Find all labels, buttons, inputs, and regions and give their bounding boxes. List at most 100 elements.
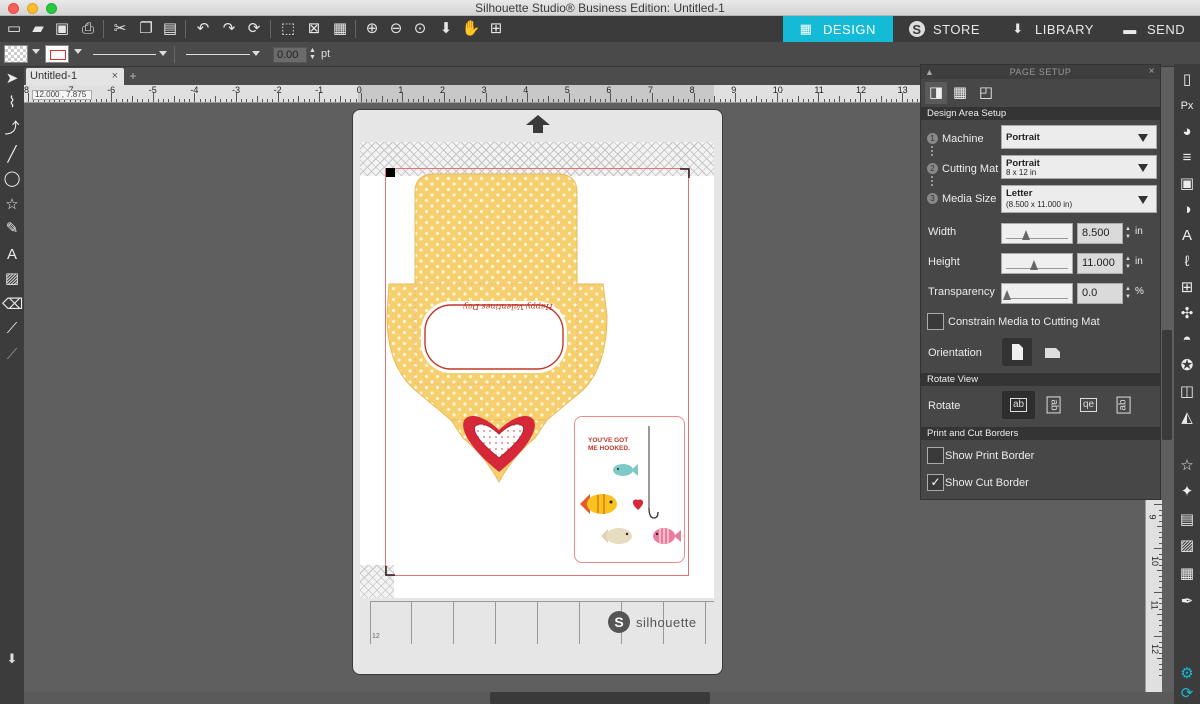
rotate-90-button[interactable]: ab [1037,391,1070,419]
ruler-minor-tick [714,96,716,102]
replicate-icon[interactable]: ✪ [1177,356,1197,376]
height-input[interactable]: 11.000 [1077,253,1123,274]
tab-design[interactable]: ▦ DESIGN [783,16,893,42]
eraser-icon[interactable]: ⌫ [2,295,23,315]
vruler-tick [1159,520,1162,522]
transparency-input[interactable]: 0.0 [1077,283,1123,304]
ellipse-tool-icon[interactable]: ◯ [2,169,22,189]
save-icon[interactable]: ▣ [52,19,72,39]
group-icon[interactable]: ▦ [330,19,350,39]
zoom-out-icon[interactable]: ⊖ [386,19,406,39]
design-store-gear-icon[interactable]: ⚙ [1177,664,1197,684]
select-arrow-icon[interactable]: ➤ [2,69,22,89]
modify-icon[interactable]: ◓ [1177,330,1197,350]
ruler-minor-tick [854,99,856,102]
fit-to-page-icon[interactable]: ⬇ [436,19,456,39]
line-tool-icon[interactable]: ╱ [2,145,22,165]
page-tab-icon[interactable]: ◨ [925,82,947,104]
redo-icon[interactable]: ↷ [219,19,239,39]
registration-tab-icon[interactable]: ◰ [975,82,997,104]
show-cut-border-checkbox[interactable]: ✓ [927,474,944,491]
pencil-icon[interactable]: ✎ [2,219,22,239]
cut-icon[interactable]: ✂ [110,19,130,39]
height-slider[interactable] [1001,253,1073,274]
nesting-icon[interactable]: ◭ [1177,408,1197,428]
transform-icon[interactable]: ✣ [1177,304,1197,324]
knife-icon[interactable]: ⤴ [2,119,22,139]
undo-icon[interactable]: ↶ [193,19,213,39]
media-size-select[interactable]: Letter (8.500 x 11.000 in) [1001,185,1157,213]
add-document-tab-button[interactable]: + [126,68,140,84]
rotate-270-button[interactable]: ab [1107,391,1140,419]
line-join-select[interactable] [178,46,268,63]
select-all-icon[interactable]: ⬚ [278,19,298,39]
new-document-icon[interactable]: ▭ [4,19,24,39]
open-folder-icon[interactable]: ▰ [28,19,48,39]
library-icon[interactable]: ▦ [1177,564,1197,584]
line-width-stepper[interactable]: ▲ ▼ [309,47,317,61]
orientation-portrait-button[interactable] [1002,338,1032,366]
width-input[interactable]: 8.500 [1077,223,1123,244]
orientation-landscape-button[interactable] [1037,338,1067,366]
show-print-border-checkbox[interactable] [927,447,944,464]
hatch-icon[interactable]: ▨ [1177,536,1197,556]
line-color-dropdown-arrow-icon[interactable] [74,49,82,54]
line-style-icon[interactable]: ≡ [1177,148,1197,168]
add-page-icon[interactable]: ⊞ [486,19,506,39]
sync-icon[interactable]: ⟳ [1177,684,1197,704]
tab-send[interactable]: ▬ SEND [1107,16,1200,42]
line-style-select[interactable] [85,46,175,63]
offset-icon[interactable]: ✦ [1177,482,1197,502]
vertical-scrollbar[interactable] [1162,330,1172,440]
constrain-media-checkbox[interactable] [927,313,944,330]
height-stepper[interactable]: ▲ ▼ [1125,255,1133,271]
machine-select[interactable]: Portrait [1001,125,1157,149]
transparency-stepper[interactable]: ▲ ▼ [1125,285,1133,301]
paste-icon[interactable]: ▤ [160,19,180,39]
pan-icon[interactable]: ✋ [461,19,481,39]
print-icon[interactable]: ⎙ [78,19,98,39]
fill-bucket-icon[interactable]: ▨ [2,269,22,289]
close-panel-icon[interactable]: × [1149,65,1155,79]
cutting-mat-select[interactable]: Portrait 8 x 12 in [1001,155,1157,179]
star-favorites-icon[interactable]: ☆ [1177,456,1197,476]
tab-library[interactable]: ⬇ LIBRARY [995,16,1107,42]
fill-dropdown-arrow-icon[interactable] [32,49,40,54]
rotate-0-button[interactable]: ab [1002,391,1035,419]
edit-points-icon[interactable]: ⌇ [2,93,22,113]
fill-color-swatch[interactable] [4,45,28,63]
width-stepper[interactable]: ▲ ▼ [1125,225,1133,241]
text-tool-icon[interactable]: A [2,245,22,265]
align-icon[interactable]: ⊞ [1177,278,1197,298]
zoom-select-icon[interactable]: ⊙ [410,19,430,39]
knife-blade-icon[interactable]: ⟋ [2,319,22,339]
transparency-slider[interactable] [1001,283,1073,304]
horizontal-scrollbar[interactable] [490,692,710,704]
image-effects-icon[interactable]: ▣ [1177,174,1197,194]
page-setup-icon[interactable]: ▯ [1177,70,1197,90]
line-color-swatch[interactable] [45,45,69,63]
shadow-icon[interactable]: ◑ [1177,200,1197,220]
eyedropper-icon[interactable]: ⟋ [2,345,22,365]
pen-tool-icon[interactable]: ✒ [1177,592,1197,612]
sketch-icon[interactable]: ℓ [1177,252,1197,272]
deselect-icon[interactable]: ⊠ [304,19,324,39]
fill-palette-icon[interactable]: ◕ [1177,122,1197,142]
rotate-180-button[interactable]: qe [1072,391,1105,419]
width-slider[interactable] [1001,223,1073,244]
grid-tab-icon[interactable]: ▦ [949,82,971,104]
pixscan-icon[interactable]: Px [1177,96,1197,116]
collapse-panel-icon[interactable]: ▲ [925,65,934,79]
tab-store[interactable]: S STORE [895,16,995,42]
line-width-input[interactable]: 0.00 [273,47,307,63]
library-download-icon[interactable]: ⬇ [2,651,22,671]
star-tool-icon[interactable]: ☆ [2,195,22,215]
redraw-icon[interactable]: ⟳ [244,19,264,39]
close-tab-icon[interactable]: × [112,68,118,84]
trace-icon[interactable]: ◫ [1177,382,1197,402]
layers-icon[interactable]: ▤ [1177,510,1197,530]
text-style-icon[interactable]: A [1177,226,1197,246]
tab-untitled-1[interactable]: Untitled-1 × [26,68,124,85]
zoom-in-icon[interactable]: ⊕ [362,19,382,39]
copy-icon[interactable]: ❐ [136,19,156,39]
